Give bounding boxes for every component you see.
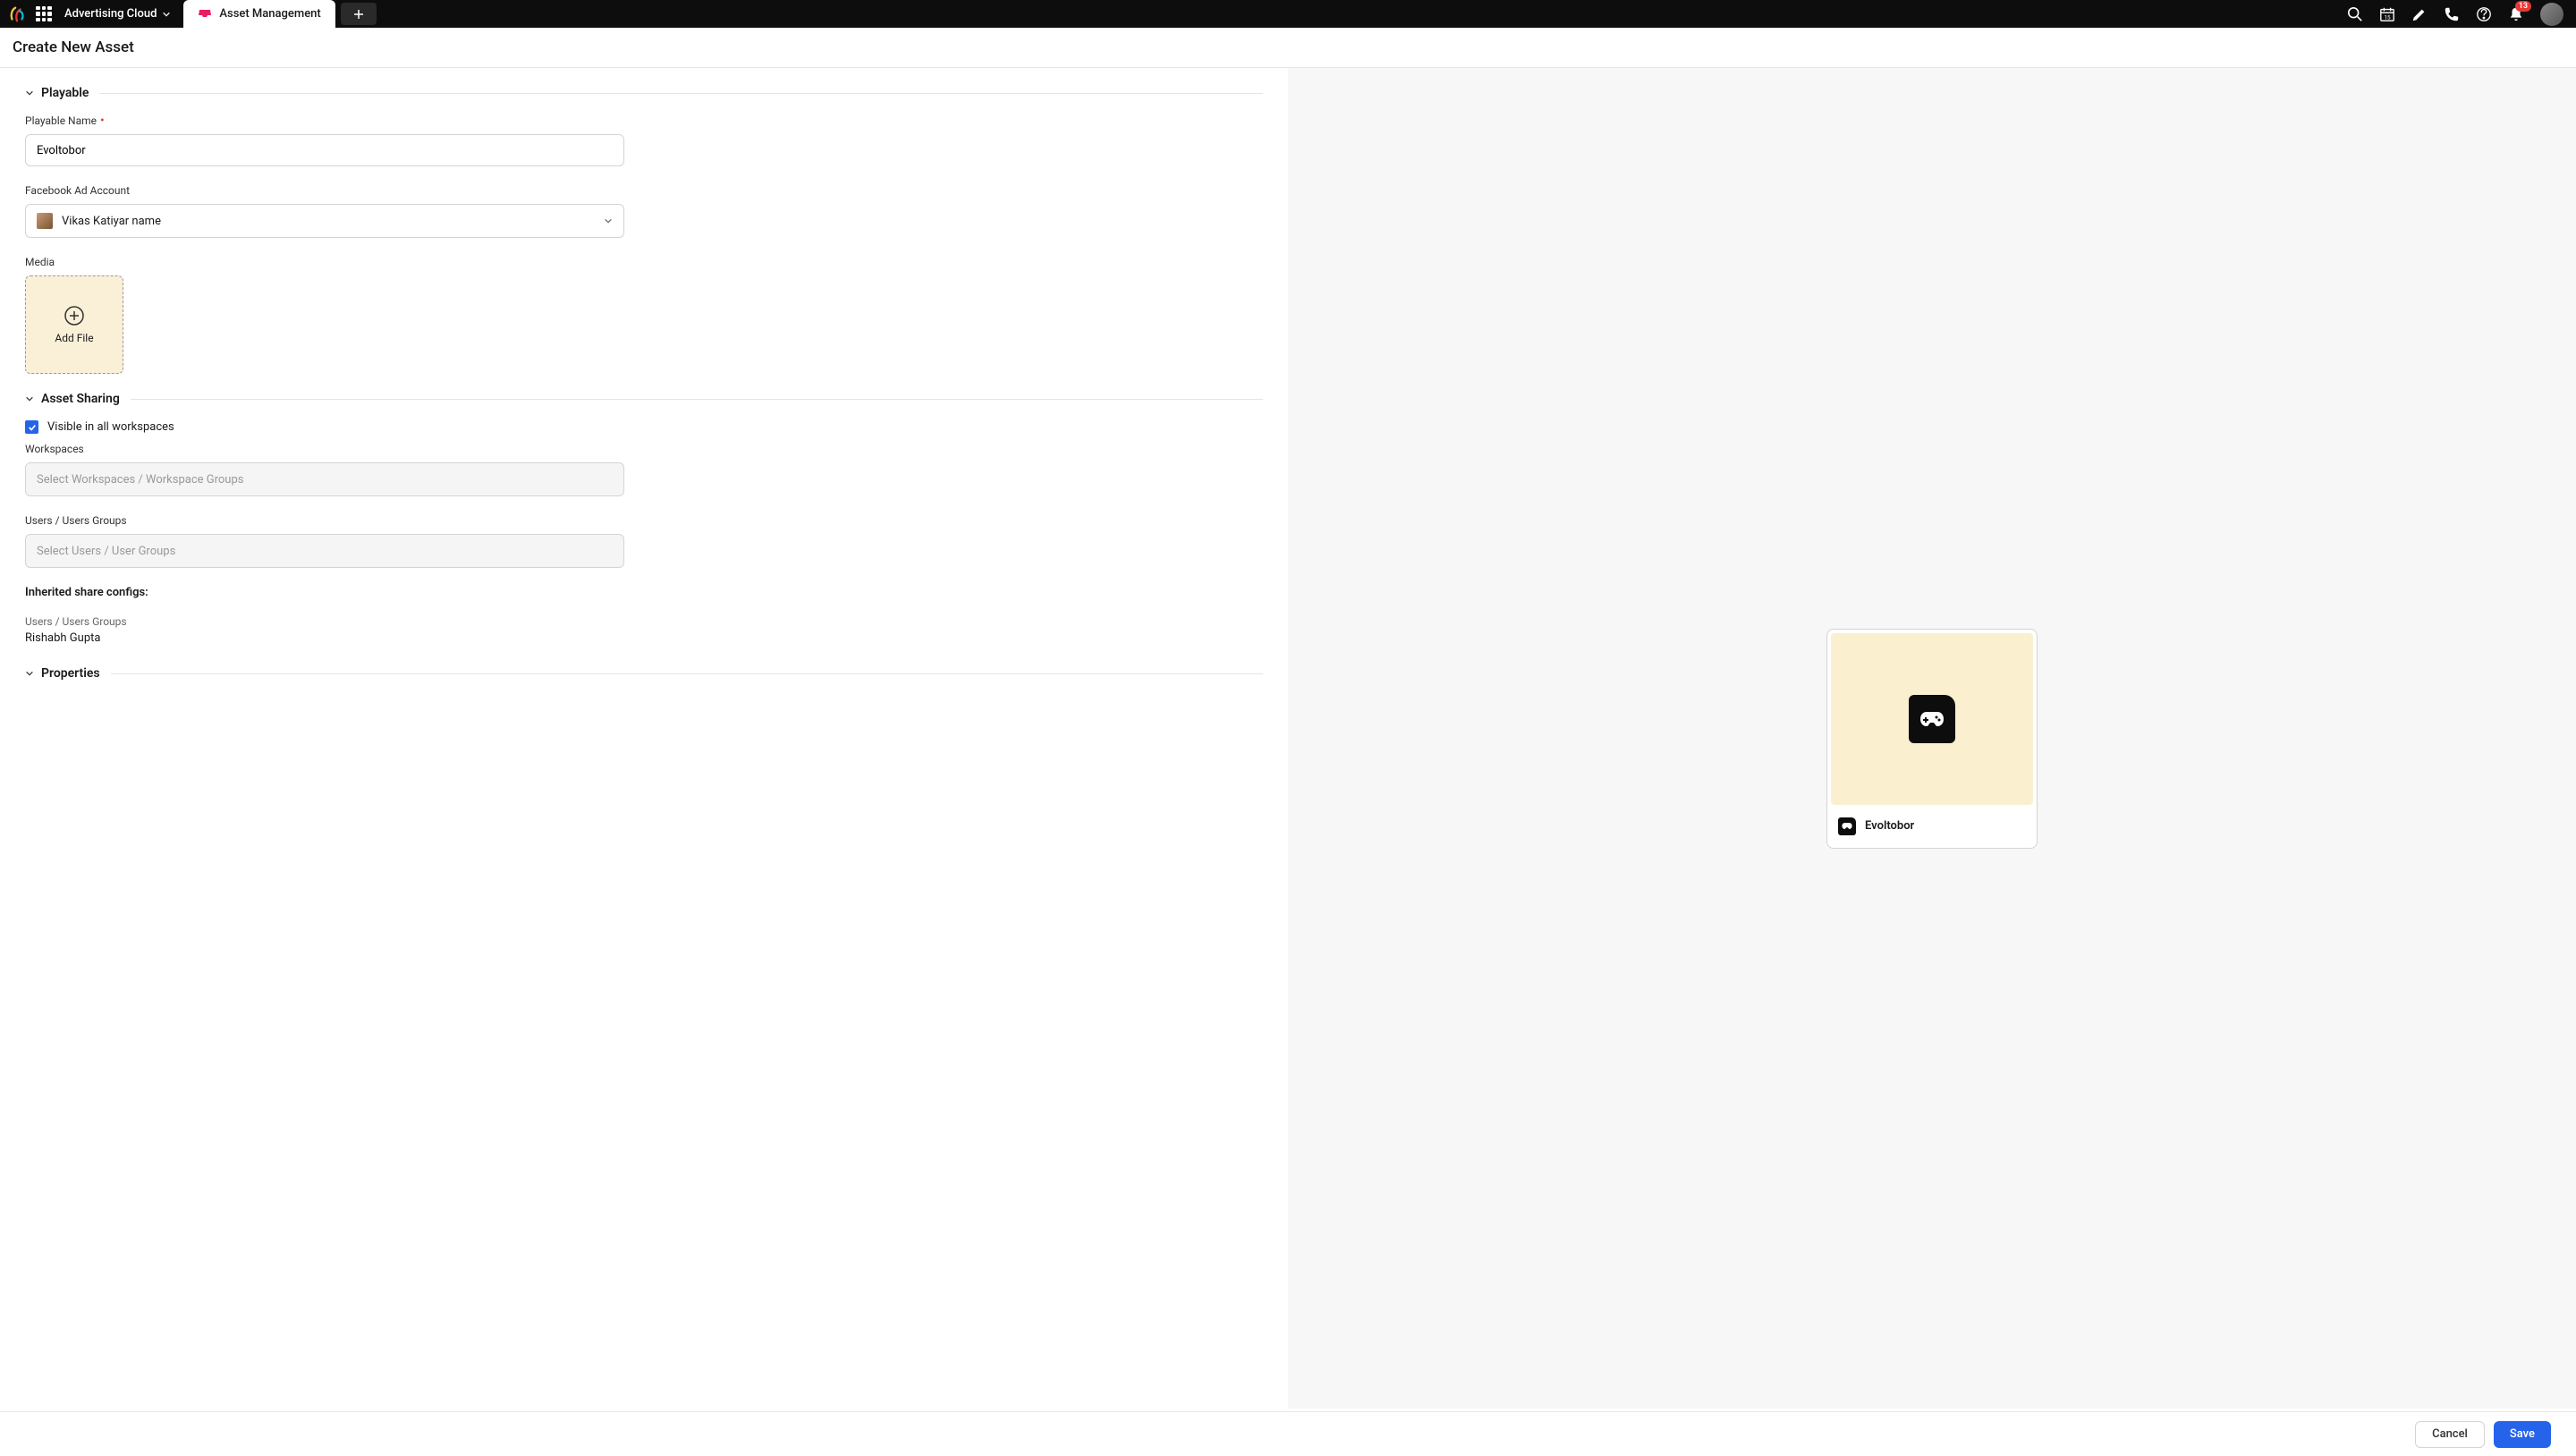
section-title: Properties	[41, 666, 100, 681]
new-tab-button[interactable]	[341, 3, 377, 25]
divider	[131, 399, 1263, 400]
divider	[111, 673, 1263, 674]
user-avatar[interactable]	[2540, 3, 2563, 26]
chevron-down-icon	[25, 89, 34, 97]
notification-badge: 13	[2515, 1, 2531, 12]
chevron-down-icon	[25, 394, 34, 403]
ad-account-label: Facebook Ad Account	[25, 184, 1263, 197]
tab-asset-management[interactable]: Asset Management	[183, 0, 335, 28]
account-avatar	[37, 213, 53, 229]
apps-menu-icon[interactable]	[36, 6, 52, 22]
media-dropzone[interactable]: Add File	[25, 275, 123, 374]
inbox-icon	[198, 7, 212, 21]
inherited-users-value: Rishabh Gupta	[25, 631, 1263, 645]
required-indicator: •	[100, 114, 105, 127]
chevron-down-icon	[162, 10, 171, 19]
save-button[interactable]: Save	[2494, 1421, 2551, 1448]
tab-label: Asset Management	[219, 7, 320, 21]
section-sharing-header[interactable]: Asset Sharing	[25, 392, 1263, 406]
workspaces-placeholder: Select Workspaces / Workspace Groups	[37, 473, 243, 487]
playable-type-icon	[1838, 817, 1856, 835]
chevron-down-icon	[25, 669, 34, 678]
workspaces-select: Select Workspaces / Workspace Groups	[25, 462, 624, 496]
workspaces-label: Workspaces	[25, 443, 1263, 455]
gamepad-icon	[1919, 710, 1945, 728]
visible-all-checkbox[interactable]: Visible in all workspaces	[25, 420, 1263, 434]
visible-label: Visible in all workspaces	[47, 420, 174, 434]
users-placeholder: Select Users / User Groups	[37, 545, 175, 558]
cancel-button[interactable]: Cancel	[2415, 1421, 2485, 1448]
workspace-selector[interactable]: Advertising Cloud	[64, 7, 171, 21]
chevron-down-icon	[604, 216, 613, 225]
ad-account-select[interactable]: Vikas Katiyar name	[25, 204, 624, 238]
playable-name-label: Playable Name •	[25, 114, 1263, 127]
workspace-label: Advertising Cloud	[64, 7, 157, 21]
ad-account-value: Vikas Katiyar name	[62, 215, 161, 228]
preview-name: Evoltobor	[1865, 819, 1914, 833]
action-footer: Cancel Save	[0, 1411, 2576, 1456]
search-icon[interactable]	[2347, 6, 2363, 22]
users-label: Users / Users Groups	[25, 514, 1263, 527]
add-file-label: Add File	[55, 332, 93, 344]
inherited-users-label: Users / Users Groups	[25, 615, 1263, 628]
users-select: Select Users / User Groups	[25, 534, 624, 568]
notifications-icon[interactable]: 13	[2508, 6, 2524, 22]
playable-file-icon	[1909, 695, 1955, 743]
section-properties-header[interactable]: Properties	[25, 666, 1263, 681]
playable-name-input[interactable]	[25, 134, 624, 166]
preview-panel: Evoltobor	[1288, 68, 2576, 1409]
form-panel: Playable Playable Name • Facebook Ad Acc…	[0, 68, 1288, 1409]
top-bar: Advertising Cloud Asset Management 15	[0, 0, 2576, 28]
phone-icon[interactable]	[2444, 6, 2460, 22]
section-playable-header[interactable]: Playable	[25, 86, 1263, 100]
calendar-icon[interactable]: 15	[2379, 6, 2395, 22]
inherited-title: Inherited share configs:	[25, 586, 1263, 599]
section-title: Playable	[41, 86, 89, 100]
media-label: Media	[25, 256, 1263, 268]
section-title: Asset Sharing	[41, 392, 120, 406]
page-title: Create New Asset	[13, 38, 2563, 56]
gamepad-icon	[1842, 822, 1852, 830]
app-logo[interactable]	[7, 4, 27, 24]
edit-icon[interactable]	[2411, 6, 2428, 22]
plus-icon	[352, 8, 365, 21]
plus-circle-icon	[64, 305, 85, 326]
svg-text:15: 15	[2384, 13, 2391, 21]
preview-thumbnail	[1831, 633, 2033, 805]
checkbox-checked	[25, 420, 38, 434]
divider	[99, 93, 1263, 94]
preview-card: Evoltobor	[1826, 629, 2038, 849]
help-icon[interactable]	[2476, 6, 2492, 22]
page-header: Create New Asset	[0, 28, 2576, 68]
